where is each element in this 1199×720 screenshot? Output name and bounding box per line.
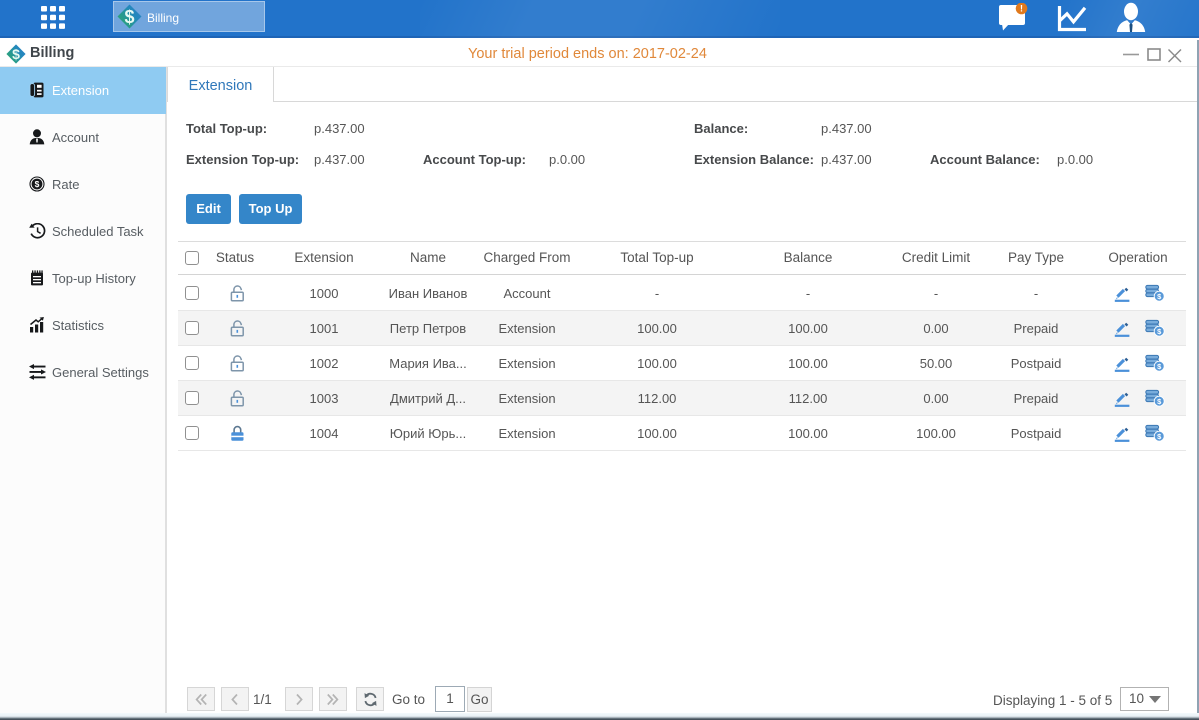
svg-text:$: $ xyxy=(35,179,40,189)
svg-text:!: ! xyxy=(1020,4,1023,14)
svg-text:$: $ xyxy=(12,46,20,62)
svg-text:$: $ xyxy=(124,7,134,27)
